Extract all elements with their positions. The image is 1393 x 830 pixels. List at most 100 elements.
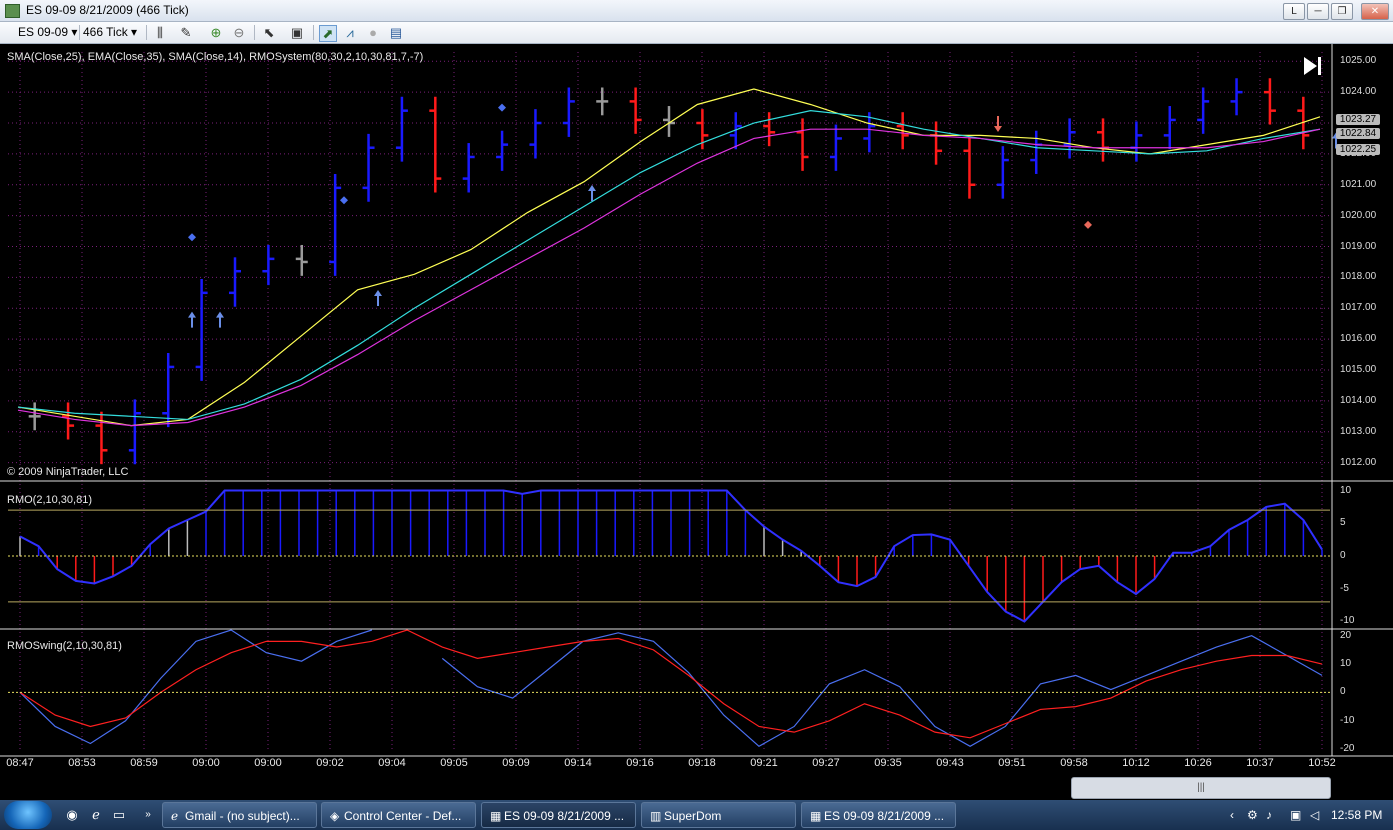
swing-line-slow <box>19 629 1323 739</box>
rmo-panel-title: RMO(2,10,30,81) <box>7 494 92 506</box>
x-tick-label: 09:16 <box>626 757 654 769</box>
toolbar-divider <box>313 25 314 40</box>
instrument-label: ES 09-09 <box>18 25 69 39</box>
properties-icon[interactable]: ▣ <box>289 25 305 40</box>
chevron-right-icon[interactable]: » <box>140 807 156 823</box>
x-tick-label: 08:53 <box>68 757 96 769</box>
taskbar-item-superdom[interactable]: ▥ SuperDom <box>641 802 796 828</box>
last-value-tag: 1022.25 <box>1336 144 1380 155</box>
zoom-in-icon[interactable]: ⊕ <box>208 25 224 40</box>
minimize-button[interactable]: ─ <box>1307 3 1329 20</box>
chrome-icon[interactable]: ◉ <box>64 807 80 823</box>
y-tick-label: 10 <box>1340 484 1352 496</box>
tray-network-icon[interactable]: ⚙ <box>1247 808 1258 822</box>
scroll-to-end-icon[interactable] <box>1302 55 1324 77</box>
taskbar-item-chart-1[interactable]: ▦ ES 09-09 8/21/2009 ... <box>481 802 636 828</box>
bar-type-icon[interactable]: ⫼ <box>152 25 168 40</box>
desktop-icon[interactable]: ▭ <box>111 807 127 823</box>
tray-chevron-icon[interactable]: ‹ <box>1230 808 1234 822</box>
instrument-selector[interactable]: ES 09-09 ▾ <box>18 25 77 40</box>
x-tick-label: 10:26 <box>1184 757 1212 769</box>
diamond-marker-icon <box>340 196 348 205</box>
x-tick-label: 09:21 <box>750 757 778 769</box>
x-tick-label: 09:00 <box>192 757 220 769</box>
draw-tool-icon[interactable]: ✎ <box>178 25 194 40</box>
price-bars <box>28 78 1310 465</box>
maximize-button[interactable]: ❐ <box>1331 3 1353 20</box>
link-button[interactable]: L <box>1283 3 1305 20</box>
taskbar-item-control-center[interactable]: ◈ Control Center - Def... <box>321 802 476 828</box>
x-tick-label: 10:37 <box>1246 757 1274 769</box>
up-arrow-icon <box>588 185 596 202</box>
tray-speaker-icon[interactable]: ◁ <box>1310 808 1319 822</box>
close-button[interactable]: ✕ <box>1361 3 1389 20</box>
ie-icon[interactable]: ℯ <box>88 807 104 823</box>
x-tick-label: 09:14 <box>564 757 592 769</box>
ma-line-1 <box>17 110 1321 421</box>
globe-icon[interactable]: ● <box>365 25 381 40</box>
tray-display-icon[interactable]: ▣ <box>1290 808 1301 822</box>
last-value-tag: 1023.27 <box>1336 114 1380 125</box>
up-arrow-icon <box>216 311 224 328</box>
window-titlebar[interactable]: ES 09-09 8/21/2009 (466 Tick) L ─ ❐ ✕ <box>0 0 1393 22</box>
y-tick-label: 1019.00 <box>1340 240 1377 252</box>
moving-averages <box>17 88 1321 427</box>
chart-window-icon: ▦ <box>490 809 502 823</box>
window-title: ES 09-09 8/21/2009 (466 Tick) <box>26 3 189 17</box>
chart-toolbar: ES 09-09 ▾ 466 Tick ▾ ⫼ ✎ ⊕ ⊖ ⬉ ▣ ⬈ ⩘ ● … <box>0 22 1393 44</box>
windows-taskbar: ◉ ℯ ▭ » ℯ Gmail - (no subject)... ◈ Contro… <box>0 800 1393 830</box>
clock: 12:58 PM <box>1331 808 1383 822</box>
taskbar-item-chart-2[interactable]: ▦ ES 09-09 8/21/2009 ... <box>801 802 956 828</box>
swing-line-fast <box>441 632 1323 748</box>
chevron-down-icon: ▾ <box>71 25 78 39</box>
y-tick-label: 20 <box>1340 629 1352 641</box>
scrollbar-thumb[interactable]: ||| <box>1071 777 1331 799</box>
data-box-icon[interactable]: ▤ <box>388 25 404 40</box>
down-arrow-icon <box>994 116 1002 133</box>
y-tick-label: -10 <box>1340 714 1355 726</box>
toolbar-divider <box>79 25 80 40</box>
gmail-icon: ℯ <box>171 809 179 823</box>
superdom-icon: ▥ <box>650 809 662 823</box>
period-selector[interactable]: 466 Tick ▾ <box>83 25 137 40</box>
y-tick-label: 1024.00 <box>1340 86 1377 98</box>
x-tick-label: 09:05 <box>440 757 468 769</box>
y-tick-label: 1020.00 <box>1340 209 1377 221</box>
taskbar-item-label: Control Center - Def... <box>344 809 462 823</box>
diamond-marker-icon <box>498 103 506 112</box>
copyright-label: © 2009 NinjaTrader, LLC <box>7 466 129 478</box>
chevron-down-icon: ▾ <box>131 25 138 39</box>
y-tick-label: 1018.00 <box>1340 271 1377 283</box>
x-tick-label: 08:59 <box>130 757 158 769</box>
price-panel-title: SMA(Close,25), EMA(Close,35), SMA(Close,… <box>7 51 424 63</box>
up-arrow-icon <box>188 311 196 328</box>
zoom-out-icon[interactable]: ⊖ <box>231 25 247 40</box>
horizontal-scrollbar[interactable]: ||| <box>0 775 1393 799</box>
price-chart-area[interactable] <box>0 44 1393 775</box>
x-tick-label: 09:18 <box>688 757 716 769</box>
taskbar-item-gmail[interactable]: ℯ Gmail - (no subject)... <box>162 802 317 828</box>
chart-grid <box>8 52 1330 752</box>
x-tick-label: 09:43 <box>936 757 964 769</box>
axes-frame <box>0 44 1393 757</box>
x-tick-label: 09:58 <box>1060 757 1088 769</box>
x-tick-label: 10:52 <box>1308 757 1336 769</box>
rmoswing-lines <box>19 629 1323 748</box>
y-tick-label: 1021.00 <box>1340 178 1377 190</box>
x-tick-label: 10:12 <box>1122 757 1150 769</box>
x-tick-label: 09:51 <box>998 757 1026 769</box>
y-tick-label: -5 <box>1340 582 1349 594</box>
x-tick-label: 09:00 <box>254 757 282 769</box>
strategy-icon[interactable]: ⬈ <box>319 25 337 42</box>
pointer-icon[interactable]: ⬉ <box>261 25 277 40</box>
start-button[interactable] <box>4 801 52 829</box>
indicator-icon[interactable]: ⩘ <box>342 25 358 40</box>
taskbar-item-label: SuperDom <box>664 809 722 823</box>
ma-line-0 <box>17 88 1321 427</box>
x-tick-label: 09:04 <box>378 757 406 769</box>
period-label: 466 Tick <box>83 25 128 39</box>
x-tick-label: 09:35 <box>874 757 902 769</box>
y-tick-label: 0 <box>1340 550 1346 561</box>
y-tick-label: 1014.00 <box>1340 394 1377 406</box>
tray-volume-icon[interactable]: ♪ <box>1266 808 1272 822</box>
